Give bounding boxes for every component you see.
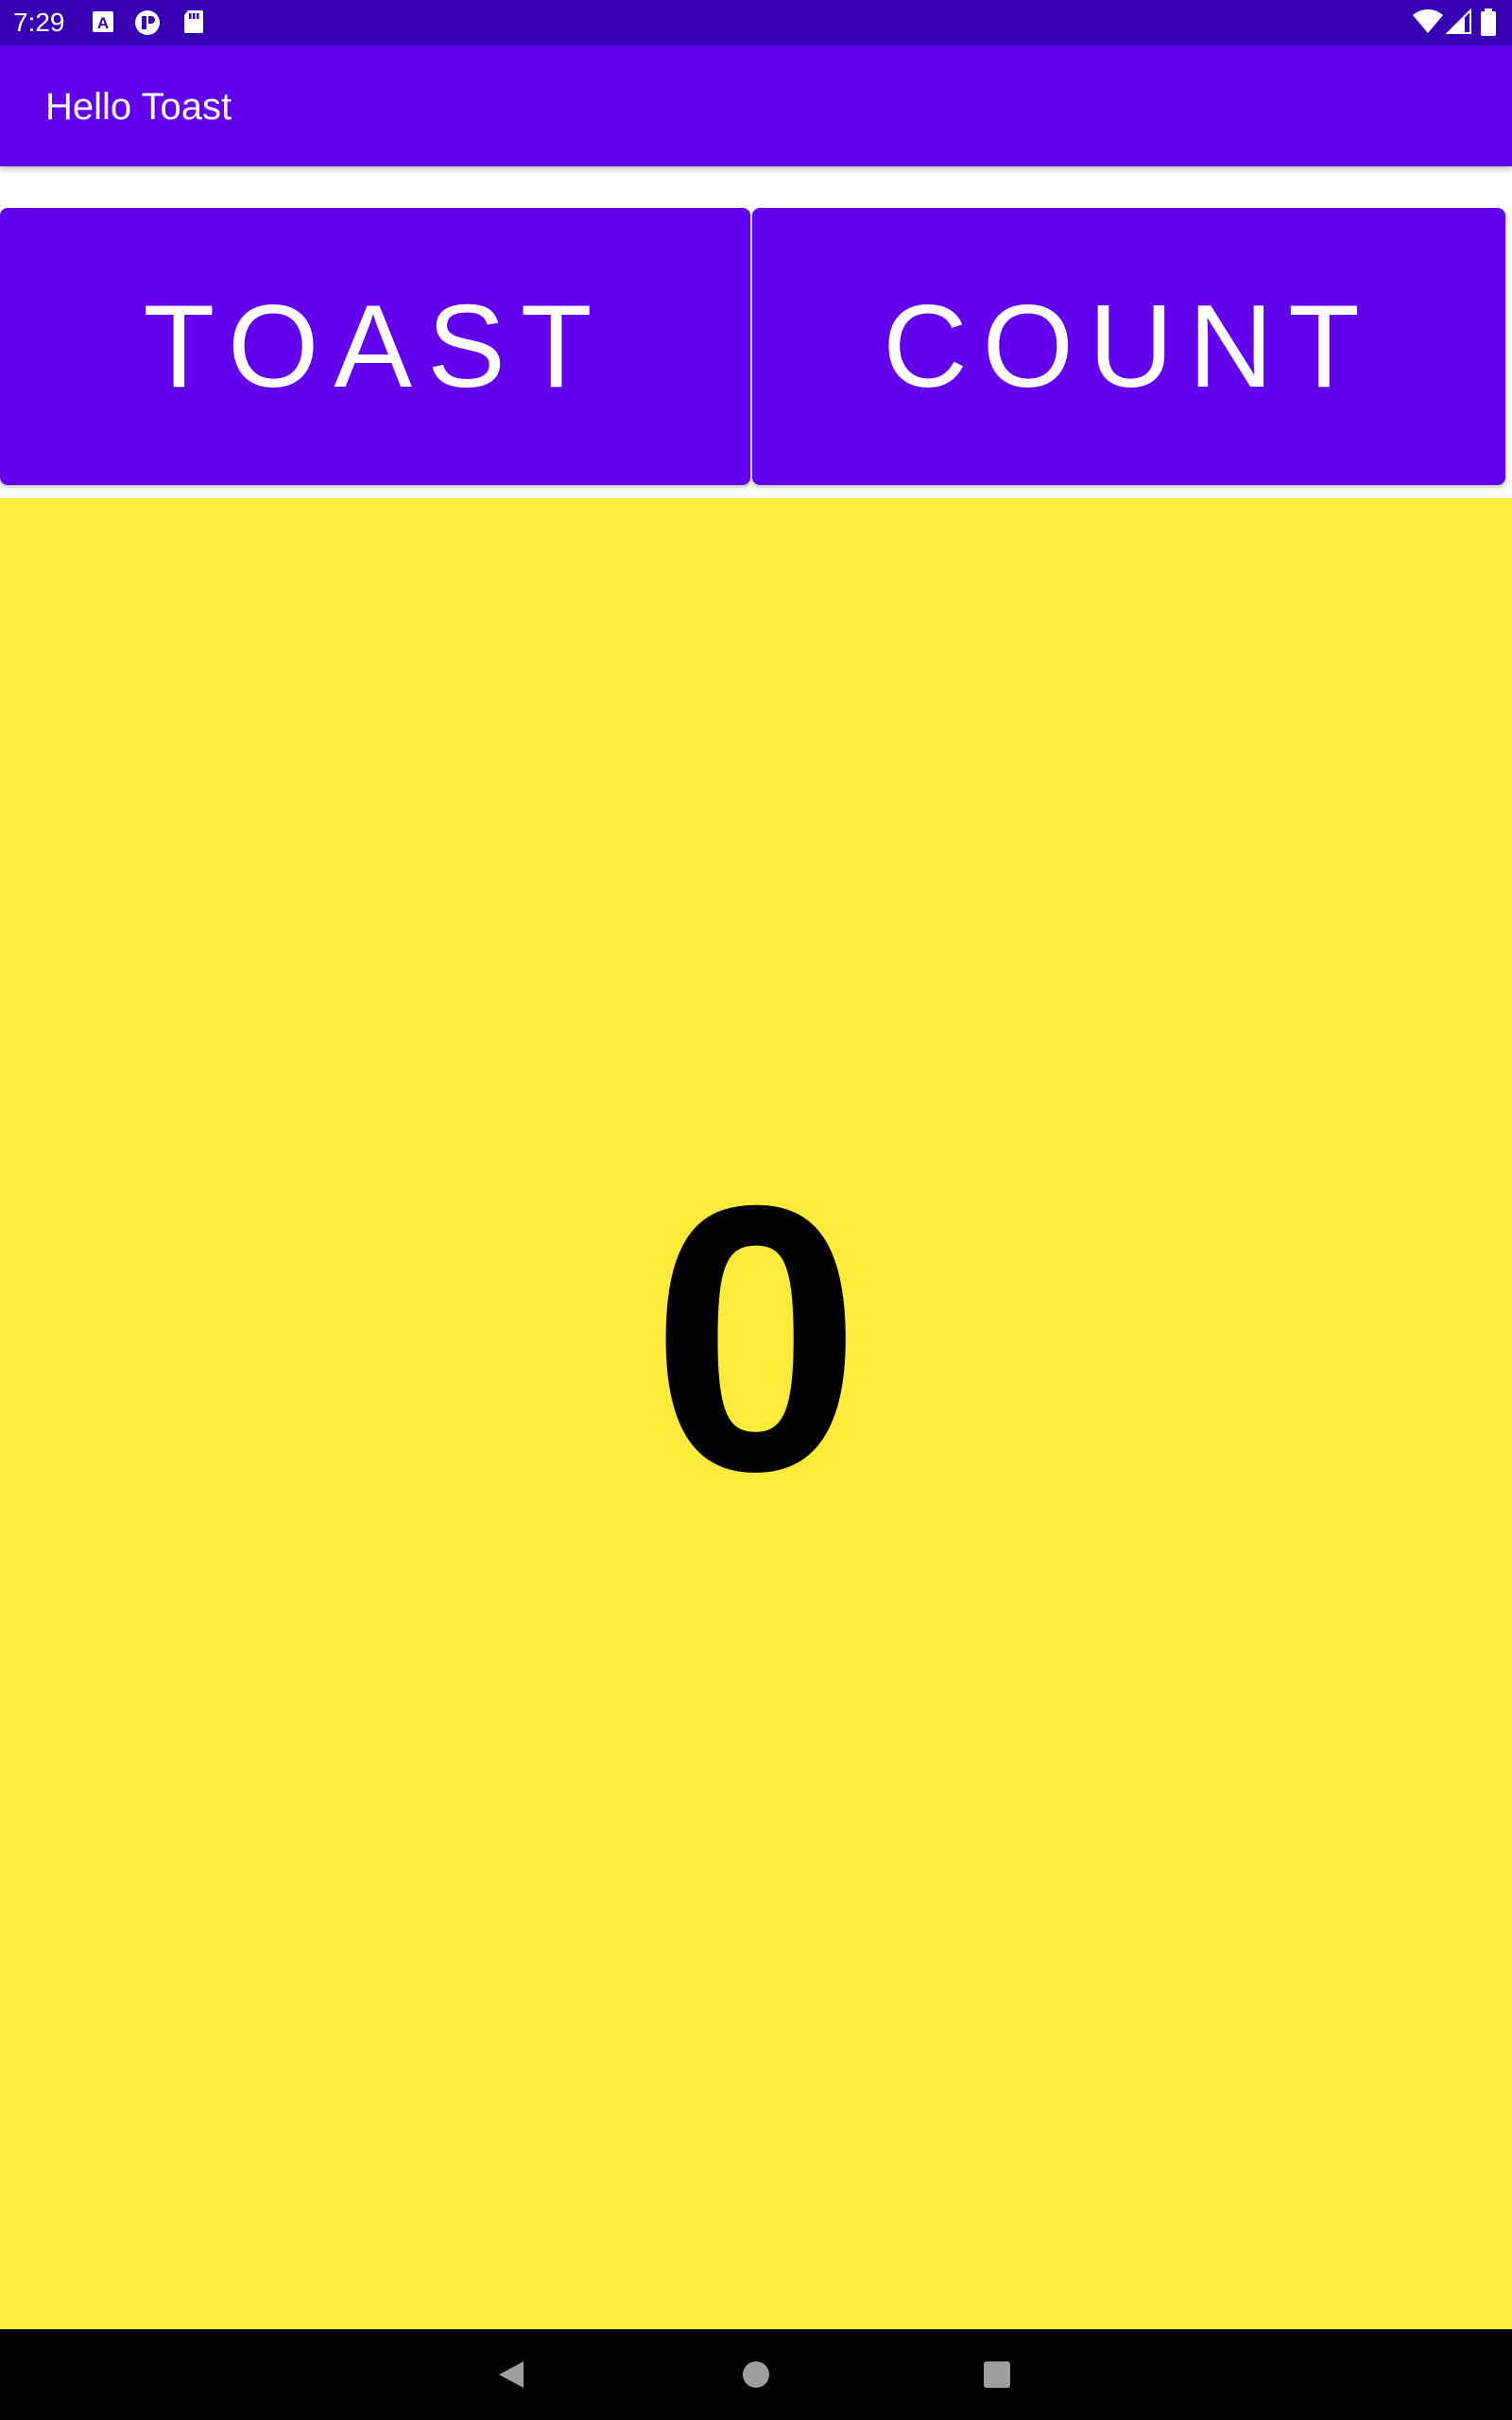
recents-icon[interactable] [978, 2356, 1016, 2394]
wifi-icon [1412, 9, 1444, 40]
count-display-area: 0 [0, 498, 1512, 2329]
a-badge-icon: A [91, 9, 115, 40]
home-icon[interactable] [737, 2356, 775, 2394]
count-button[interactable]: COUNT [752, 208, 1505, 485]
back-icon[interactable] [493, 2356, 531, 2394]
sd-card-icon [181, 9, 204, 40]
battery-icon [1480, 9, 1497, 42]
cell-signal-icon [1445, 8, 1472, 40]
count-value: 0 [650, 1126, 862, 1549]
app-title: Hello Toast [45, 86, 232, 128]
toast-button[interactable]: TOAST [0, 208, 750, 485]
svg-text:A: A [97, 14, 109, 32]
navigation-bar [0, 2329, 1512, 2420]
status-bar: 7:29 A [0, 0, 1512, 45]
app-bar: Hello Toast [0, 45, 1512, 166]
status-time: 7:29 [13, 8, 65, 37]
circle-app-icon [132, 9, 163, 42]
app-screen: 7:29 A Hello Toast TOAST COUNT 0 [0, 0, 1512, 2420]
